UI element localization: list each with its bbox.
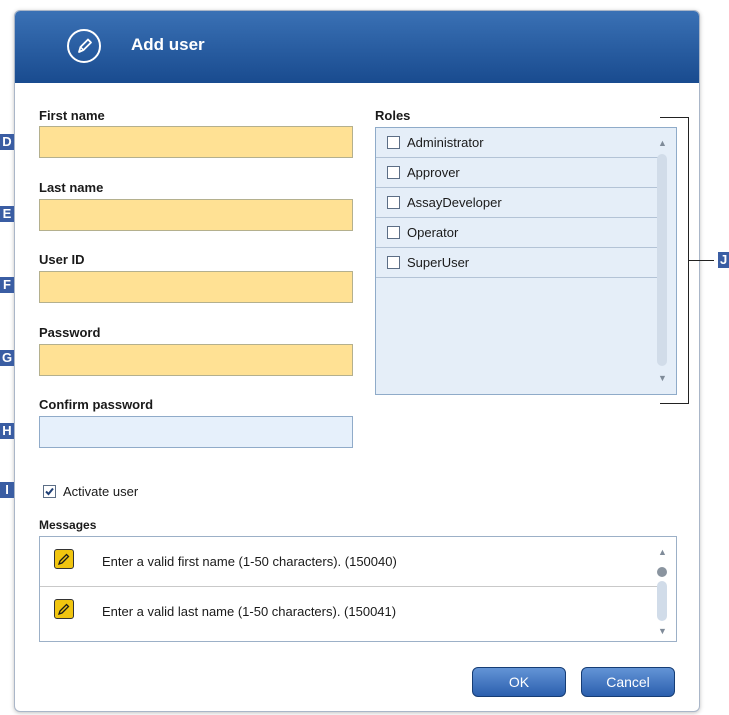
pencil-warning-icon [54,549,74,569]
role-item-approver[interactable]: Approver [376,158,658,188]
password-label: Password [39,325,101,340]
role-checkbox[interactable] [387,226,400,239]
activate-user-checkbox[interactable] [43,485,56,498]
roles-bracket [660,117,689,404]
message-text: Enter a valid last name (1-50 characters… [102,604,397,619]
messages-scrollbar[interactable] [657,581,667,621]
marker-g: G [0,350,14,366]
role-label: SuperUser [407,255,470,270]
role-checkbox[interactable] [387,196,400,209]
dialog-title: Add user [131,35,205,54]
marker-h: H [0,423,14,439]
role-label: AssayDeveloper [407,195,502,210]
cancel-button[interactable]: Cancel [581,667,675,697]
roles-label: Roles [375,108,411,123]
activate-user-label: Activate user [63,484,139,499]
confirm-password-label: Confirm password [39,397,154,412]
scroll-down-arrow-icon[interactable]: ▼ [658,626,667,636]
role-label: Operator [407,225,459,240]
confirm-password-field[interactable] [39,416,353,448]
marker-d: D [0,134,14,150]
message-row: Enter a valid first name (1-50 character… [40,537,658,587]
last-name-label: Last name [39,180,104,195]
pencil-warning-icon [54,599,74,619]
ok-button[interactable]: OK [472,667,566,697]
password-field[interactable] [39,344,353,376]
role-checkbox[interactable] [387,166,400,179]
messages-label: Messages [39,518,97,532]
role-item-assaydeveloper[interactable]: AssayDeveloper [376,188,658,218]
role-item-administrator[interactable]: Administrator [376,128,658,158]
marker-i: I [0,482,14,498]
role-checkbox[interactable] [387,256,400,269]
marker-j: J [718,252,729,268]
message-row: Enter a valid last name (1-50 characters… [40,587,658,637]
marker-e: E [0,206,14,222]
scroll-up-arrow-icon[interactable]: ▲ [658,547,667,557]
role-item-superuser[interactable]: SuperUser [376,248,658,278]
user-id-field[interactable] [39,271,353,303]
messages-scroll-thumb[interactable] [657,567,667,577]
roles-bracket-tick [688,260,714,261]
messages-list: Enter a valid first name (1-50 character… [39,536,677,642]
add-user-dialog: Add user First name Last name User ID Pa… [14,10,700,712]
message-text: Enter a valid first name (1-50 character… [102,554,397,569]
marker-f: F [0,277,14,293]
first-name-field[interactable] [39,126,353,158]
user-id-label: User ID [39,252,85,267]
first-name-label: First name [39,108,105,123]
last-name-field[interactable] [39,199,353,231]
title-bar: Add user [15,11,699,83]
roles-list: Administrator Approver AssayDeveloper Op… [375,127,677,395]
role-checkbox[interactable] [387,136,400,149]
role-label: Approver [407,165,460,180]
role-item-operator[interactable]: Operator [376,218,658,248]
edit-pencil-circle-icon [67,29,101,63]
role-label: Administrator [407,135,484,150]
